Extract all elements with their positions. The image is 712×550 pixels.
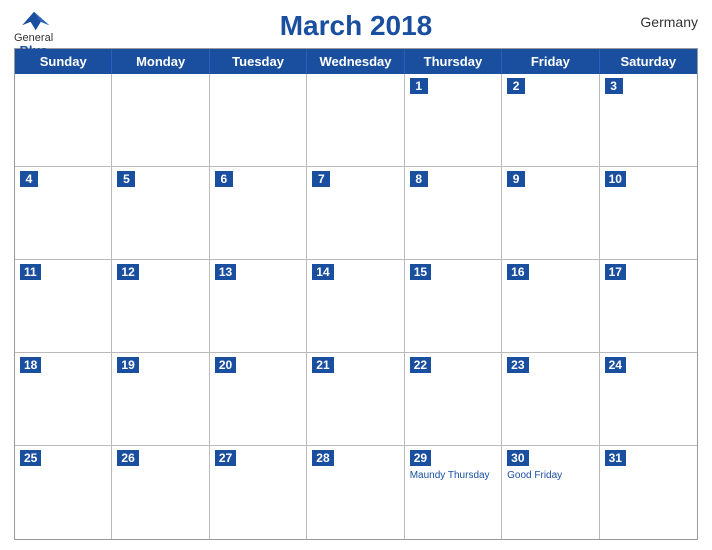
day-number: 14 — [312, 264, 333, 280]
day-number: 10 — [605, 171, 626, 187]
cal-cell-w4d1: 26 — [112, 446, 209, 539]
calendar-header-row: Sunday Monday Tuesday Wednesday Thursday… — [15, 49, 697, 74]
day-number: 19 — [117, 357, 138, 373]
day-number: 29 — [410, 450, 431, 466]
cal-cell-w0d6: 3 — [600, 74, 697, 167]
day-number: 30 — [507, 450, 528, 466]
cal-cell-w3d5: 23 — [502, 353, 599, 446]
cal-cell-w4d5: 30 Good Friday — [502, 446, 599, 539]
header-friday: Friday — [502, 49, 599, 74]
day-number: 8 — [410, 171, 428, 187]
day-number: 9 — [507, 171, 525, 187]
cal-cell-w1d2: 6 — [210, 167, 307, 260]
cal-cell-w1d1: 5 — [112, 167, 209, 260]
day-number: 24 — [605, 357, 626, 373]
header-tuesday: Tuesday — [210, 49, 307, 74]
day-number: 2 — [507, 78, 525, 94]
cal-cell-w2d4: 15 — [405, 260, 502, 353]
day-number: 17 — [605, 264, 626, 280]
calendar-grid: Sunday Monday Tuesday Wednesday Thursday… — [14, 48, 698, 540]
header: General Blue March 2018 Germany — [14, 10, 698, 42]
day-number: 5 — [117, 171, 135, 187]
cal-cell-w4d0: 25 — [15, 446, 112, 539]
logo-bird-icon — [16, 10, 52, 32]
holiday-label: Maundy Thursday — [410, 470, 496, 482]
day-number: 6 — [215, 171, 233, 187]
country-label: Germany — [640, 14, 698, 30]
calendar-title: March 2018 — [280, 10, 433, 42]
day-number: 1 — [410, 78, 428, 94]
cal-cell-w3d0: 18 — [15, 353, 112, 446]
day-number: 12 — [117, 264, 138, 280]
cal-cell-w3d4: 22 — [405, 353, 502, 446]
calendar-week-0: 1 2 3 — [15, 74, 697, 167]
day-number: 18 — [20, 357, 41, 373]
cal-cell-w2d6: 17 — [600, 260, 697, 353]
cal-cell-w3d2: 20 — [210, 353, 307, 446]
cal-cell-w2d2: 13 — [210, 260, 307, 353]
day-number: 25 — [20, 450, 41, 466]
cal-cell-w2d1: 12 — [112, 260, 209, 353]
day-number: 15 — [410, 264, 431, 280]
cal-cell-w1d0: 4 — [15, 167, 112, 260]
calendar-week-3: 18 19 20 21 22 23 24 — [15, 353, 697, 446]
cal-cell-w3d3: 21 — [307, 353, 404, 446]
logo-blue-text: Blue — [19, 44, 47, 58]
cal-cell-w1d3: 7 — [307, 167, 404, 260]
cal-cell-w2d5: 16 — [502, 260, 599, 353]
day-number: 22 — [410, 357, 431, 373]
cal-cell-w0d0 — [15, 74, 112, 167]
header-thursday: Thursday — [405, 49, 502, 74]
day-number: 27 — [215, 450, 236, 466]
calendar-body: 1234567891011121314151617181920212223242… — [15, 74, 697, 539]
cal-cell-w1d5: 9 — [502, 167, 599, 260]
day-number: 28 — [312, 450, 333, 466]
cal-cell-w1d4: 8 — [405, 167, 502, 260]
cal-cell-w3d6: 24 — [600, 353, 697, 446]
day-number: 31 — [605, 450, 626, 466]
cal-cell-w2d0: 11 — [15, 260, 112, 353]
cal-cell-w2d3: 14 — [307, 260, 404, 353]
calendar-week-2: 11 12 13 14 15 16 17 — [15, 260, 697, 353]
calendar-week-1: 4 5 6 7 8 9 10 — [15, 167, 697, 260]
cal-cell-w4d6: 31 — [600, 446, 697, 539]
cal-cell-w0d2 — [210, 74, 307, 167]
day-number: 4 — [20, 171, 38, 187]
cal-cell-w4d3: 28 — [307, 446, 404, 539]
logo: General Blue — [14, 10, 53, 58]
day-number: 13 — [215, 264, 236, 280]
cal-cell-w3d1: 19 — [112, 353, 209, 446]
cal-cell-w1d6: 10 — [600, 167, 697, 260]
cal-cell-w0d4: 1 — [405, 74, 502, 167]
cal-cell-w0d1 — [112, 74, 209, 167]
holiday-label: Good Friday — [507, 470, 593, 482]
header-monday: Monday — [112, 49, 209, 74]
calendar-week-4: 25 26 27 28 29 Maundy Thursday 30 Good Friday 31 — [15, 446, 697, 539]
cal-cell-w4d4: 29 Maundy Thursday — [405, 446, 502, 539]
day-number: 16 — [507, 264, 528, 280]
calendar-page: General Blue March 2018 Germany Sunday M… — [0, 0, 712, 550]
day-number: 23 — [507, 357, 528, 373]
cal-cell-w4d2: 27 — [210, 446, 307, 539]
day-number: 20 — [215, 357, 236, 373]
day-number: 11 — [20, 264, 41, 280]
day-number: 26 — [117, 450, 138, 466]
day-number: 7 — [312, 171, 330, 187]
day-number: 21 — [312, 357, 333, 373]
cal-cell-w0d5: 2 — [502, 74, 599, 167]
header-saturday: Saturday — [600, 49, 697, 74]
header-wednesday: Wednesday — [307, 49, 404, 74]
cal-cell-w0d3 — [307, 74, 404, 167]
day-number: 3 — [605, 78, 623, 94]
